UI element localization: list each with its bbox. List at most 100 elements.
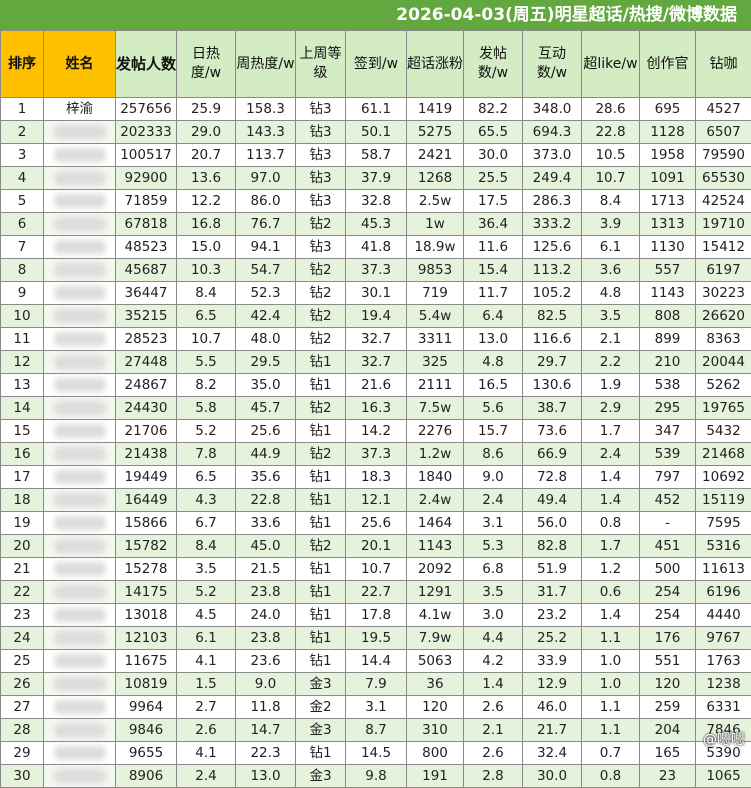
cell-name <box>44 489 116 512</box>
cell-interactions: 105.2 <box>523 282 582 305</box>
table-row: 25116754.123.6钻114.450634.233.91.0551176… <box>1 650 751 673</box>
redacted-name <box>54 447 106 461</box>
cell-daily-heat: 20.7 <box>177 144 236 167</box>
cell-interactions: 73.6 <box>523 420 582 443</box>
redacted-name <box>54 608 106 622</box>
cell-checkin: 7.9 <box>346 673 407 696</box>
cell-post-users: 10819 <box>116 673 177 696</box>
cell-interactions: 373.0 <box>523 144 582 167</box>
cell-last-week-level: 钻2 <box>296 443 346 466</box>
table-row: 24121036.123.8钻119.57.9w4.425.21.1176976… <box>1 627 751 650</box>
cell-weekly-heat: 11.8 <box>236 696 296 719</box>
cell-creator: 259 <box>640 696 696 719</box>
cell-post-count: 4.4 <box>464 627 523 650</box>
cell-post-users: 67818 <box>116 213 177 236</box>
redacted-name <box>54 217 106 231</box>
redacted-name <box>54 148 106 162</box>
cell-daily-heat: 5.2 <box>177 420 236 443</box>
header-fans-gain: 超话涨粉 <box>407 31 464 98</box>
cell-fans-gain: 191 <box>407 765 464 788</box>
cell-name <box>44 535 116 558</box>
redacted-name <box>54 378 106 392</box>
redacted-name <box>54 286 106 300</box>
cell-diamond: 4527 <box>696 98 751 121</box>
cell-diamond: 79590 <box>696 144 751 167</box>
cell-checkin: 37.3 <box>346 443 407 466</box>
cell-super-like: 10.7 <box>582 167 640 190</box>
cell-creator: 899 <box>640 328 696 351</box>
cell-weekly-heat: 76.7 <box>236 213 296 236</box>
cell-creator: 23 <box>640 765 696 788</box>
cell-name <box>44 420 116 443</box>
cell-diamond: 1065 <box>696 765 751 788</box>
cell-daily-heat: 5.8 <box>177 397 236 420</box>
cell-name <box>44 673 116 696</box>
cell-diamond: 8363 <box>696 328 751 351</box>
cell-post-count: 4.2 <box>464 650 523 673</box>
cell-fans-gain: 1w <box>407 213 464 236</box>
cell-super-like: 6.1 <box>582 236 640 259</box>
cell-post-users: 19449 <box>116 466 177 489</box>
cell-post-count: 36.4 <box>464 213 523 236</box>
cell-super-like: 2.9 <box>582 397 640 420</box>
redacted-name <box>54 263 106 277</box>
cell-post-users: 16449 <box>116 489 177 512</box>
cell-post-count: 6.4 <box>464 305 523 328</box>
cell-post-count: 2.4 <box>464 489 523 512</box>
cell-weekly-heat: 45.7 <box>236 397 296 420</box>
cell-daily-heat: 8.2 <box>177 374 236 397</box>
cell-interactions: 249.4 <box>523 167 582 190</box>
cell-post-users: 48523 <box>116 236 177 259</box>
cell-last-week-level: 钻1 <box>296 374 346 397</box>
cell-post-count: 8.6 <box>464 443 523 466</box>
cell-last-week-level: 钻1 <box>296 489 346 512</box>
cell-super-like: 1.0 <box>582 673 640 696</box>
cell-fans-gain: 3311 <box>407 328 464 351</box>
cell-checkin: 30.1 <box>346 282 407 305</box>
cell-name <box>44 742 116 765</box>
cell-name <box>44 604 116 627</box>
cell-interactions: 82.5 <box>523 305 582 328</box>
cell-fans-gain: 2092 <box>407 558 464 581</box>
cell-post-users: 9964 <box>116 696 177 719</box>
cell-rank: 25 <box>1 650 44 673</box>
cell-diamond: 42524 <box>696 190 751 213</box>
cell-super-like: 1.9 <box>582 374 640 397</box>
cell-weekly-heat: 86.0 <box>236 190 296 213</box>
cell-checkin: 17.8 <box>346 604 407 627</box>
header-rank: 排序 <box>1 31 44 98</box>
cell-name <box>44 351 116 374</box>
table-row: 74852315.094.1钻341.818.9w11.6125.66.1113… <box>1 236 751 259</box>
cell-interactions: 46.0 <box>523 696 582 719</box>
table-row: 2799642.711.8金23.11202.646.01.12596331 <box>1 696 751 719</box>
cell-post-count: 15.7 <box>464 420 523 443</box>
redacted-name <box>54 562 106 576</box>
cell-post-users: 8906 <box>116 765 177 788</box>
cell-creator: 797 <box>640 466 696 489</box>
cell-super-like: 0.7 <box>582 742 640 765</box>
cell-weekly-heat: 97.0 <box>236 167 296 190</box>
cell-post-users: 92900 <box>116 167 177 190</box>
cell-weekly-heat: 35.6 <box>236 466 296 489</box>
redacted-name <box>54 677 106 691</box>
cell-creator: 452 <box>640 489 696 512</box>
table-row: 21152783.521.5钻110.720926.851.91.2500116… <box>1 558 751 581</box>
cell-fans-gain: 7.9w <box>407 627 464 650</box>
cell-checkin: 21.6 <box>346 374 407 397</box>
cell-rank: 13 <box>1 374 44 397</box>
cell-interactions: 56.0 <box>523 512 582 535</box>
cell-last-week-level: 钻3 <box>296 236 346 259</box>
cell-creator: 451 <box>640 535 696 558</box>
cell-super-like: 3.6 <box>582 259 640 282</box>
cell-checkin: 61.1 <box>346 98 407 121</box>
redacted-name <box>54 493 106 507</box>
cell-diamond: 7595 <box>696 512 751 535</box>
cell-fans-gain: 5275 <box>407 121 464 144</box>
cell-post-count: 1.4 <box>464 673 523 696</box>
cell-weekly-heat: 158.3 <box>236 98 296 121</box>
cell-post-count: 15.4 <box>464 259 523 282</box>
cell-interactions: 348.0 <box>523 98 582 121</box>
cell-last-week-level: 钻1 <box>296 558 346 581</box>
cell-weekly-heat: 45.0 <box>236 535 296 558</box>
cell-fans-gain: 120 <box>407 696 464 719</box>
